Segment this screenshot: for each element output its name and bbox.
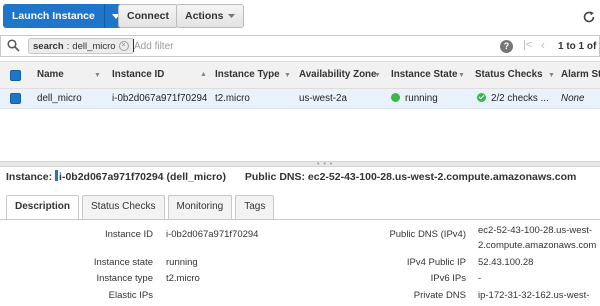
column-header-name[interactable]: Name xyxy=(37,62,64,88)
launch-instance-label[interactable]: Launch Instance xyxy=(3,4,105,28)
filter-input[interactable] xyxy=(134,39,334,53)
field-label-instance-state: Instance state xyxy=(93,257,153,268)
grip-icon: • • • xyxy=(317,161,334,168)
field-value-instance-type: t2.micro xyxy=(166,273,200,284)
chevron-down-icon xyxy=(227,13,235,18)
filter-token[interactable]: search: dell_micro × xyxy=(28,38,134,54)
field-value-ipv6-ips: - xyxy=(478,273,482,284)
column-header-status-checks[interactable]: Status Checks xyxy=(475,62,543,88)
tab-monitoring[interactable]: Monitoring xyxy=(167,195,233,219)
connect-button[interactable]: Connect xyxy=(118,4,178,28)
field-value-public-dns-line2: 2.compute.amazonaws.com xyxy=(478,240,597,251)
table-row[interactable]: dell_micro i-0b2d067a971f70294 t2.micro … xyxy=(0,89,600,109)
search-icon xyxy=(7,39,20,52)
detail-header: Instance: i-0b2d067a971f70294 (dell_micr… xyxy=(6,170,576,183)
select-all-checkbox[interactable] xyxy=(10,70,21,81)
text-selection-marker xyxy=(55,170,59,181)
tab-tags[interactable]: Tags xyxy=(235,195,275,219)
field-value-instance-id: i-0b2d067a971f70294 xyxy=(166,229,259,240)
field-label-public-dns: Public DNS (IPv4) xyxy=(389,229,466,240)
field-label-instance-id: Instance ID xyxy=(104,229,153,240)
cell-instance-state: running xyxy=(391,89,438,109)
field-label-instance-type: Instance type xyxy=(96,273,153,284)
sort-icon[interactable]: ▼ xyxy=(94,63,101,89)
launch-instance-button[interactable]: Launch Instance xyxy=(3,4,127,28)
field-label-private-dns: Private DNS xyxy=(413,290,466,301)
field-label-ipv6-ips: IPv6 IPs xyxy=(430,273,466,284)
field-value-private-dns: ip-172-31-32-162.us-west- xyxy=(478,290,590,301)
instance-value: i-0b2d067a971f70294 (dell_micro) xyxy=(59,171,226,183)
help-icon[interactable]: ? xyxy=(500,40,513,53)
public-dns-label: Public DNS: xyxy=(244,171,305,183)
toolbar: Launch Instance Connect Actions xyxy=(0,0,600,32)
tab-status-checks[interactable]: Status Checks xyxy=(82,195,165,219)
sort-asc-icon[interactable]: ▲ xyxy=(200,62,207,88)
sort-icon[interactable]: ▼ xyxy=(548,63,555,89)
column-header-instance-type[interactable]: Instance Type xyxy=(215,62,280,88)
sort-icon[interactable]: ▼ xyxy=(374,63,381,89)
actions-button[interactable]: Actions xyxy=(176,4,244,28)
panel-resize-handle[interactable]: • • • xyxy=(0,161,600,168)
first-page-icon[interactable]: |< xyxy=(523,39,532,51)
tabs-divider xyxy=(0,219,600,220)
column-header-alarm-status[interactable]: Alarm Status xyxy=(561,62,600,88)
cell-instance-type: t2.micro xyxy=(215,93,250,104)
detail-tabs: Description Status Checks Monitoring Tag… xyxy=(6,195,277,220)
filter-token-value: dell_micro xyxy=(72,40,116,52)
actions-label: Actions xyxy=(185,10,224,22)
cell-status-checks: 2/2 checks ... xyxy=(477,89,549,109)
row-checkbox[interactable] xyxy=(10,93,21,104)
column-header-availability-zone[interactable]: Availability Zone xyxy=(299,62,377,88)
column-header-instance-id[interactable]: Instance ID xyxy=(112,62,164,88)
sort-icon[interactable]: ▼ xyxy=(284,63,291,89)
field-label-ipv4-public-ip: IPv4 Public IP xyxy=(406,257,466,268)
column-header-instance-state[interactable]: Instance State xyxy=(391,62,457,88)
check-circle-icon xyxy=(477,93,486,102)
pagination-text: 1 to 1 of 1 xyxy=(558,41,600,52)
instance-label: Instance: xyxy=(6,171,53,183)
filter-token-key: search xyxy=(33,40,64,52)
running-status-icon xyxy=(391,93,400,102)
public-dns-value: ec2-52-43-100-28.us-west-2.compute.amazo… xyxy=(307,171,577,183)
field-value-ipv4-public-ip: 52.43.100.28 xyxy=(478,257,534,268)
cell-instance-id: i-0b2d067a971f70294 xyxy=(112,93,208,104)
cell-name: dell_micro xyxy=(37,93,82,104)
sort-icon[interactable]: ▼ xyxy=(458,63,465,89)
field-label-elastic-ips: Elastic IPs xyxy=(108,290,153,301)
field-value-public-dns-line1: ec2-52-43-100-28.us-west- xyxy=(478,225,593,236)
field-value-instance-state: running xyxy=(166,257,198,268)
previous-page-icon[interactable]: ‹ xyxy=(541,38,545,52)
cell-alarm-status: None xyxy=(561,93,585,104)
refresh-icon[interactable] xyxy=(582,10,596,24)
tab-description[interactable]: Description xyxy=(6,195,80,220)
filter-bar: search: dell_micro × ? |< ‹ 1 to 1 of 1 xyxy=(0,35,600,57)
table-header: Name ▼ Instance ID ▲ Instance Type ▼ Ava… xyxy=(0,61,600,89)
cell-availability-zone: us-west-2a xyxy=(299,93,347,104)
remove-token-icon[interactable]: × xyxy=(118,41,129,51)
